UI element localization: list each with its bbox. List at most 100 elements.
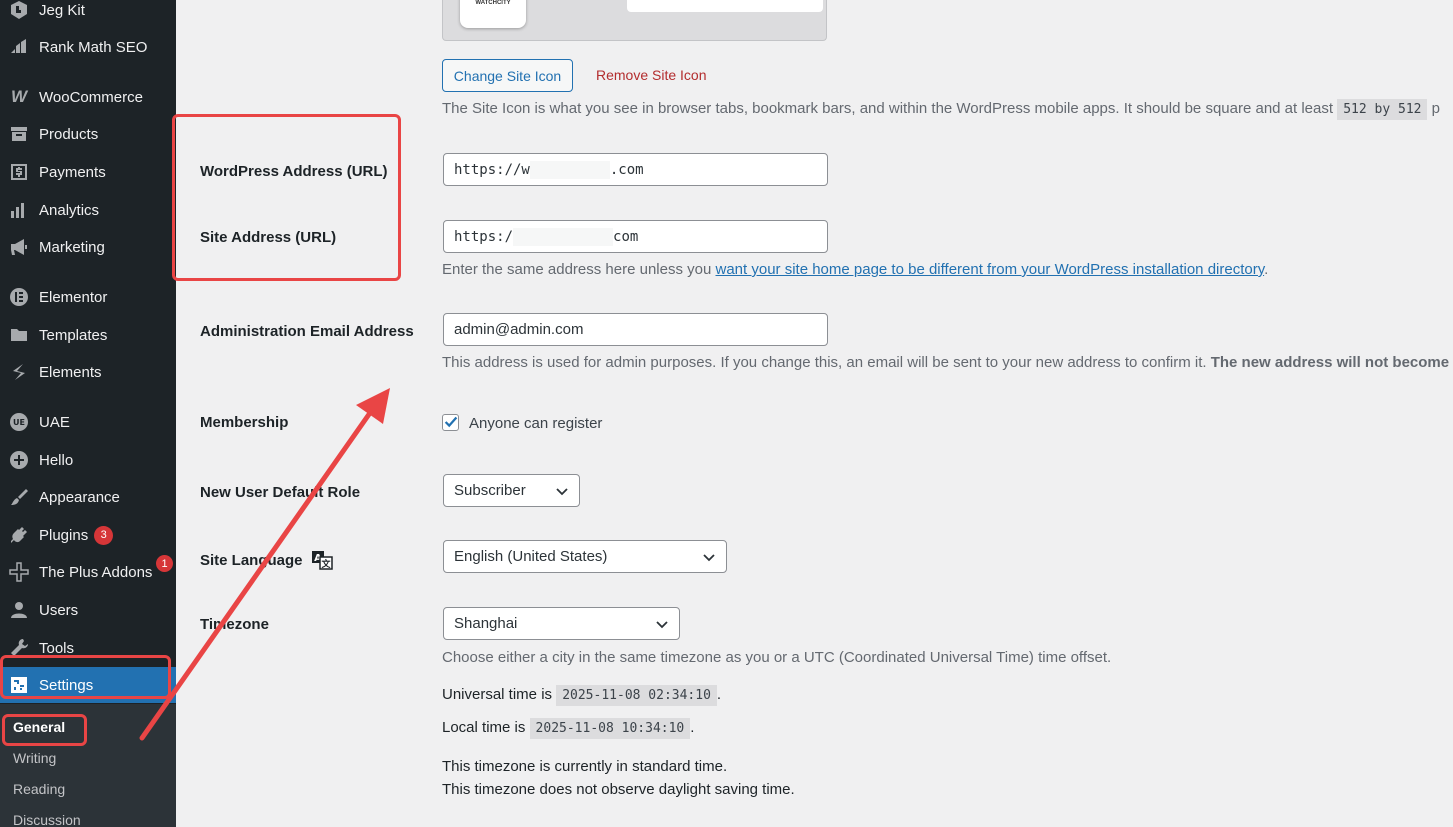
elementor-icon bbox=[8, 286, 30, 308]
home-page-different-link[interactable]: want your site home page to be different… bbox=[716, 261, 1265, 278]
site-icon-text: WATCHCITY bbox=[475, 0, 511, 6]
sidebar-item-label: WooCommerce bbox=[39, 88, 143, 106]
sidebar-item-label: Marketing bbox=[39, 238, 105, 256]
sidebar-item-label: Jeg Kit bbox=[39, 1, 85, 19]
sidebar-item-label: Templates bbox=[39, 326, 108, 344]
uae-icon: UE bbox=[8, 411, 30, 433]
site-icon-size-code: 512 by 512 bbox=[1337, 99, 1428, 120]
rankmath-icon bbox=[8, 36, 30, 58]
annotation-box-settings bbox=[0, 655, 171, 699]
local-time: Local time is 2025-11-08 10:34:10. bbox=[442, 718, 695, 739]
checkmark-icon bbox=[444, 416, 458, 428]
default-role-label: New User Default Role bbox=[200, 484, 361, 501]
paintbrush-icon bbox=[8, 486, 30, 508]
bar-chart-icon bbox=[8, 199, 30, 221]
sidebar-item-label: Payments bbox=[39, 163, 106, 181]
redacted-region bbox=[529, 160, 610, 179]
plug-icon bbox=[8, 524, 30, 546]
site-language-select[interactable]: English (United States) bbox=[443, 540, 727, 573]
change-site-icon-button[interactable]: Change Site Icon bbox=[442, 59, 573, 92]
sidebar-item-label: Products bbox=[39, 125, 99, 143]
svg-text:文: 文 bbox=[320, 558, 331, 570]
sidebar-item-appearance[interactable]: Appearance bbox=[0, 479, 176, 515]
anyone-can-register-label[interactable]: Anyone can register bbox=[469, 415, 602, 432]
plugins-update-badge: 3 bbox=[94, 525, 114, 545]
sidebar-item-label: Analytics bbox=[39, 201, 100, 219]
universal-time-label: Universal time is bbox=[442, 686, 553, 703]
site-address-desc-text: Enter the same address here unless you bbox=[442, 261, 712, 278]
sidebar-item-products[interactable]: Products bbox=[0, 116, 176, 152]
wp-address-prefix: https://w bbox=[454, 161, 530, 178]
redacted-region bbox=[513, 227, 614, 246]
sidebar-item-rank-math[interactable]: Rank Math SEO bbox=[0, 29, 176, 65]
sidebar-item-plus-addons[interactable]: The Plus Addons bbox=[0, 554, 176, 590]
site-icon-preview: WATCHCITY bbox=[442, 0, 827, 41]
sidebar-item-payments[interactable]: Payments bbox=[0, 154, 176, 190]
submenu-reading[interactable]: Reading bbox=[13, 781, 65, 797]
site-address-prefix: https:/ bbox=[454, 228, 514, 245]
site-address-desc-period: . bbox=[1264, 261, 1269, 278]
wp-address-field[interactable]: https://w .com bbox=[443, 153, 828, 186]
site-language-value: English (United States) bbox=[454, 548, 608, 565]
admin-email-field[interactable]: admin@admin.com bbox=[443, 313, 828, 346]
sidebar-item-uae[interactable]: UE UAE bbox=[0, 404, 176, 440]
sidebar-item-plugins[interactable]: Plugins 3 bbox=[0, 517, 176, 553]
sidebar-item-label: Rank Math SEO bbox=[39, 38, 148, 56]
annotation-box-general bbox=[2, 714, 87, 746]
universal-time: Universal time is 2025-11-08 02:34:10. bbox=[442, 685, 722, 706]
annotation-box-url-fields bbox=[172, 114, 401, 281]
site-language-label: Site Language A文 bbox=[200, 550, 333, 570]
site-address-field[interactable]: https:/ com bbox=[443, 220, 828, 253]
sidebar-item-users[interactable]: Users bbox=[0, 592, 176, 628]
site-language-label-text: Site Language bbox=[200, 552, 303, 569]
local-time-value: 2025-11-08 10:34:10 bbox=[529, 718, 691, 739]
local-time-period: . bbox=[690, 719, 695, 736]
sidebar-item-label: Appearance bbox=[39, 488, 120, 506]
woocommerce-icon: W bbox=[10, 87, 28, 106]
sidebar-item-woocommerce[interactable]: W WooCommerce bbox=[0, 79, 176, 115]
sidebar-item-jeg-kit[interactable]: Jeg Kit bbox=[0, 0, 176, 28]
site-icon-desc-text: The Site Icon is what you see in browser… bbox=[442, 100, 1334, 117]
sidebar-item-label: Hello bbox=[39, 451, 74, 469]
sidebar-item-label: UAE bbox=[39, 413, 70, 431]
chevron-down-icon bbox=[703, 554, 715, 562]
universal-time-value: 2025-11-08 02:34:10 bbox=[556, 685, 717, 706]
local-time-label: Local time is bbox=[442, 719, 526, 736]
default-role-select[interactable]: Subscriber bbox=[443, 474, 580, 507]
dollar-icon bbox=[8, 161, 30, 183]
sidebar-item-elementor[interactable]: Elementor bbox=[0, 279, 176, 315]
submenu-writing[interactable]: Writing bbox=[13, 750, 56, 766]
submenu-discussion[interactable]: Discussion bbox=[13, 812, 81, 827]
sidebar-item-label: Elements bbox=[39, 363, 102, 381]
elements-icon bbox=[8, 361, 30, 383]
remove-site-icon-link[interactable]: Remove Site Icon bbox=[596, 67, 707, 83]
sidebar-item-marketing[interactable]: Marketing bbox=[0, 229, 176, 265]
admin-sidebar: Jeg Kit Rank Math SEO W WooCommerce Prod… bbox=[0, 0, 176, 827]
admin-email-desc-bold: The new address will not become bbox=[1210, 354, 1450, 371]
timezone-label: Timezone bbox=[200, 616, 269, 633]
sidebar-item-label: Plugins bbox=[39, 526, 89, 544]
plus-addons-icon bbox=[8, 561, 30, 583]
sidebar-item-analytics[interactable]: Analytics bbox=[0, 192, 176, 228]
site-icon-image: WATCHCITY bbox=[460, 0, 526, 28]
megaphone-icon bbox=[8, 236, 30, 258]
translation-icon: A文 bbox=[311, 551, 333, 570]
sidebar-item-templates[interactable]: Templates bbox=[0, 317, 176, 353]
user-icon bbox=[8, 599, 30, 621]
sidebar-item-label: The Plus Addons bbox=[39, 563, 153, 581]
preview-tab bbox=[627, 0, 823, 12]
admin-email-description: This address is used for admin purposes.… bbox=[442, 354, 1449, 371]
jegkit-icon bbox=[8, 0, 30, 21]
sidebar-item-elements[interactable]: Elements bbox=[0, 354, 176, 390]
plus-circle-icon bbox=[8, 449, 30, 471]
folder-icon bbox=[8, 324, 30, 346]
membership-label: Membership bbox=[200, 414, 289, 431]
universal-time-period: . bbox=[716, 686, 722, 703]
archive-icon bbox=[8, 123, 30, 145]
timezone-select[interactable]: Shanghai bbox=[443, 607, 680, 640]
plus-addons-badge: 1 bbox=[156, 555, 173, 572]
chevron-down-icon bbox=[556, 488, 568, 496]
svg-text:UE: UE bbox=[13, 418, 25, 427]
sidebar-item-hello[interactable]: Hello bbox=[0, 442, 176, 478]
anyone-can-register-checkbox[interactable] bbox=[442, 414, 459, 431]
